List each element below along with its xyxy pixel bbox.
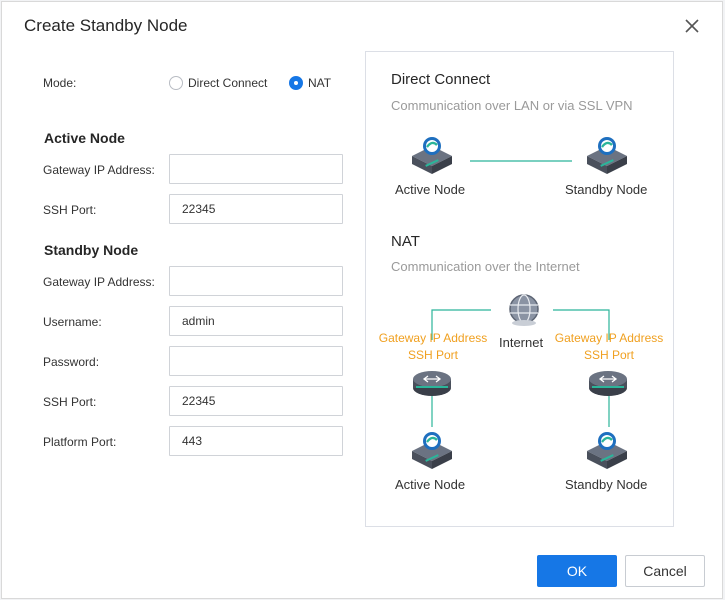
nat-active-node-label: Active Node — [395, 477, 466, 492]
left-router-icon — [413, 371, 451, 396]
standby-gateway-ip-label: Gateway IP Address: — [43, 275, 155, 289]
password-input[interactable] — [169, 346, 343, 376]
internet-label: Internet — [499, 335, 544, 350]
active-ssh-port-label: SSH Port: — [43, 203, 97, 217]
mode-option-direct-connect[interactable]: Direct Connect — [169, 76, 267, 90]
direct-connect-label: Direct Connect — [188, 76, 268, 90]
username-label: Username: — [43, 315, 102, 329]
platform-port-input[interactable] — [169, 426, 343, 456]
cancel-button[interactable]: Cancel — [625, 555, 705, 587]
active-gateway-ip-input[interactable] — [169, 154, 343, 184]
ok-button[interactable]: OK — [537, 555, 617, 587]
internet-globe-icon — [509, 294, 539, 326]
active-node-heading: Active Node — [44, 130, 125, 146]
standby-ssh-port-input[interactable] — [169, 386, 343, 416]
nat-standby-node-server-icon — [587, 432, 627, 469]
standby-node-heading: Standby Node — [44, 242, 139, 258]
right-ssh-port-text: SSH Port — [583, 348, 634, 362]
dialog-title: Create Standby Node — [24, 16, 188, 35]
mode-label: Mode: — [43, 76, 77, 90]
nat-label: NAT — [308, 76, 332, 90]
platform-port-label: Platform Port: — [43, 435, 117, 449]
right-router-icon — [589, 371, 627, 396]
password-label: Password: — [43, 355, 100, 369]
standby-ssh-port-label: SSH Port: — [43, 395, 97, 409]
mode-option-nat[interactable]: NAT — [289, 76, 331, 90]
left-gateway-ip-annotation: Gateway IP Address SSH Port — [372, 330, 494, 364]
active-gateway-ip-label: Gateway IP Address: — [43, 163, 155, 177]
left-gateway-ip-text: Gateway IP Address — [378, 331, 488, 345]
close-icon[interactable] — [682, 16, 702, 36]
active-ssh-port-input[interactable] — [169, 194, 343, 224]
nat-standby-node-label: Standby Node — [565, 477, 648, 492]
direct-connect-radio[interactable] — [169, 76, 183, 90]
username-input[interactable] — [169, 306, 343, 336]
create-standby-node-dialog: Create Standby Node Mode: Direct Connect… — [1, 1, 723, 599]
left-ssh-port-text: SSH Port — [407, 348, 458, 362]
nat-active-node-server-icon — [412, 432, 452, 469]
right-gateway-ip-annotation: Gateway IP Address SSH Port — [548, 330, 670, 364]
nat-radio[interactable] — [289, 76, 303, 90]
connection-diagram-panel: Direct Connect Communication over LAN or… — [365, 51, 674, 527]
right-gateway-ip-text: Gateway IP Address — [554, 331, 664, 345]
standby-gateway-ip-input[interactable] — [169, 266, 343, 296]
